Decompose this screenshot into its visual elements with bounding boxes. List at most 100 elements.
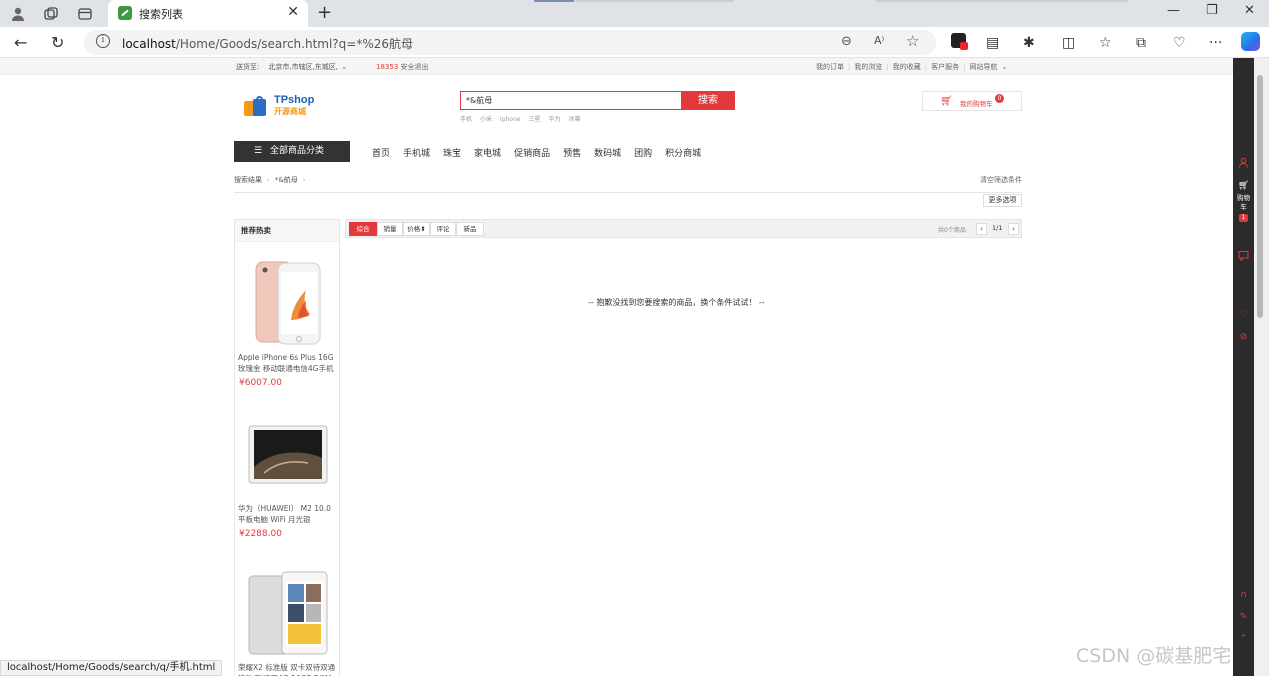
nav-item-promotions[interactable]: 促销商品 <box>514 149 550 159</box>
nav-item-presale[interactable]: 预售 <box>563 149 581 159</box>
favorites-heart-icon[interactable]: ♡ <box>1238 310 1249 321</box>
product-price: ¥2288.00 <box>239 529 282 539</box>
product-name[interactable]: Apple iPhone 6s Plus 16G 玫瑰金 移动联通电信4G手机 <box>238 352 338 374</box>
favorites-icon[interactable]: ☆ <box>1099 35 1112 51</box>
site-favicon-icon <box>118 6 132 20</box>
new-tab-icon[interactable]: + <box>317 2 332 23</box>
product-price: ¥6007.00 <box>239 378 282 388</box>
cart-label: 我的购物车 <box>960 100 993 108</box>
hot-word-link[interactable]: 三星 <box>528 116 540 123</box>
read-aloud-icon[interactable]: A⁾ <box>874 34 884 47</box>
top-link[interactable]: 我的浏览 <box>854 63 882 71</box>
split-screen-icon[interactable]: ◫ <box>1062 35 1075 51</box>
breadcrumb-root[interactable]: 搜索结果 <box>234 176 262 184</box>
delivery-location[interactable]: 送货至: 北京市,市辖区,东城区, ⌄ <box>236 62 347 72</box>
hot-word-link[interactable]: 冰箱 <box>569 116 581 123</box>
page-content: 送货至: 北京市,市辖区,东城区, ⌄ 18353 安全退出 我的订单 | 我的浏览 |… <box>0 58 1233 676</box>
nav-item-digital[interactable]: 数码城 <box>594 149 621 159</box>
workspaces-icon[interactable] <box>43 6 59 22</box>
minimize-icon[interactable]: — <box>1167 3 1180 18</box>
nav-item-jewelry[interactable]: 珠宝 <box>443 149 461 159</box>
logout-link[interactable]: 安全退出 <box>401 63 429 71</box>
sidebar-cart-count: 1 <box>1239 214 1248 222</box>
product-image[interactable] <box>248 415 328 495</box>
extensions-icon[interactable]: ✱ <box>1023 35 1035 51</box>
clear-filters-link[interactable]: 清空筛选条件 <box>980 175 1022 185</box>
browser-essentials-icon[interactable]: ♡ <box>1173 35 1186 51</box>
watermark: CSDN @碳基肥宅 <box>1076 645 1232 667</box>
hot-word-link[interactable]: 华为 <box>549 116 561 123</box>
extension-badge-icon[interactable] <box>951 33 968 50</box>
page-indicator: 1/1 <box>992 224 1003 232</box>
close-window-icon[interactable]: ✕ <box>1244 3 1255 18</box>
hot-search-words: 手机 小米 iphone 三星 华为 冰箱 <box>460 114 589 123</box>
back-icon[interactable]: ← <box>14 33 27 52</box>
top-link[interactable]: 我的收藏 <box>893 63 921 71</box>
tab-search-list[interactable]: 搜索列表 ✕ <box>108 0 308 27</box>
my-cart-button[interactable]: 🛒︎ 我的购物车 0 <box>922 91 1022 111</box>
top-link[interactable]: 客户服务 <box>931 63 959 71</box>
user-info: 18353 安全退出 <box>376 62 429 72</box>
profile-icon[interactable] <box>10 6 26 22</box>
status-bar-url: localhost/Home/Goods/search/q/手机.html <box>0 660 223 676</box>
restore-icon[interactable]: ❐ <box>1206 3 1218 18</box>
message-icon[interactable] <box>1238 250 1249 262</box>
product-image[interactable] <box>248 260 328 346</box>
feedback-icon[interactable]: ✎ <box>1238 612 1249 623</box>
hot-word-link[interactable]: 小米 <box>480 116 492 123</box>
favorite-star-icon[interactable]: ☆ <box>906 32 919 50</box>
product-image[interactable] <box>248 570 328 656</box>
top-link[interactable]: 我的订单 <box>816 63 844 71</box>
close-tab-icon[interactable]: ✕ <box>287 4 299 20</box>
sort-comprehensive-button[interactable]: 综合 <box>349 222 377 236</box>
more-options-button[interactable]: 更多选项 <box>983 194 1022 207</box>
collections-icon[interactable]: ⧉ <box>1136 35 1146 51</box>
prev-page-icon[interactable]: ‹ <box>976 223 987 235</box>
user-phone[interactable]: 18353 <box>376 63 398 71</box>
nav-item-points-mall[interactable]: 积分商城 <box>665 149 701 159</box>
search-input[interactable]: *&航母 <box>466 95 492 106</box>
hot-word-link[interactable]: iphone <box>500 116 520 123</box>
headset-icon[interactable]: ∩ <box>1238 590 1249 601</box>
site-info-icon[interactable]: i <box>96 34 110 48</box>
all-categories-button[interactable]: ☰ 全部商品分类 <box>234 141 350 162</box>
breadcrumb: 搜索结果 › *&航母 › <box>234 175 311 185</box>
tab-actions-icon[interactable] <box>77 6 93 22</box>
hot-word-link[interactable]: 手机 <box>460 116 472 123</box>
product-name[interactable]: 华为（HUAWEI） M2 10.0 平板电脑 WiFi 月光银 <box>238 503 338 525</box>
hot-recommend-title: 推荐热卖 <box>235 220 339 242</box>
address-bar[interactable]: i localhost/Home/Goods/search.html?q=*%2… <box>84 30 936 55</box>
scrollbar-thumb[interactable] <box>1257 75 1263 318</box>
more-menu-icon[interactable]: ··· <box>1209 35 1222 51</box>
zoom-icon[interactable]: ⊖ <box>841 34 852 49</box>
sidebar-cart-icon[interactable]: 🛒︎ <box>1238 181 1249 192</box>
refresh-icon[interactable]: ↻ <box>51 33 64 52</box>
site-logo[interactable]: TPshop 开源商城 <box>244 94 314 118</box>
user-icon[interactable] <box>1238 157 1249 168</box>
shopping-bag-logo-icon <box>244 96 266 116</box>
sidebar-cart[interactable]: 购物车 1 <box>1237 194 1250 222</box>
nav-item-group-buy[interactable]: 团购 <box>634 149 652 159</box>
search-button[interactable]: 搜索 <box>681 91 735 110</box>
logo-subtitle: 开源商城 <box>274 107 306 116</box>
next-page-icon[interactable]: › <box>1008 223 1019 235</box>
sort-sales-button[interactable]: 销量 <box>377 222 403 236</box>
nav-item-appliances[interactable]: 家电城 <box>474 149 501 159</box>
collections-panel-icon[interactable]: ▤ <box>986 35 999 51</box>
sort-reviews-button[interactable]: 评论 <box>430 222 456 236</box>
copilot-icon[interactable] <box>1241 32 1260 51</box>
nav-item-phones[interactable]: 手机城 <box>403 149 430 159</box>
top-link[interactable]: 网站导航 <box>969 63 997 71</box>
sort-new-button[interactable]: 新品 <box>456 222 484 236</box>
url-text[interactable]: localhost/Home/Goods/search.html?q=*%26航… <box>122 35 413 52</box>
url-host: localhost <box>122 37 176 51</box>
history-icon[interactable]: ⊘ <box>1238 332 1249 343</box>
chevron-right-icon: › <box>302 176 306 184</box>
product-name[interactable]: 荣耀X2 标准版 双卡双待双通 移动/联通双4G 16GB ROM <box>238 662 338 676</box>
back-to-top-icon[interactable]: ⌃ <box>1238 634 1249 645</box>
chevron-down-icon: ⌄ <box>341 63 348 71</box>
result-count: 共0个商品 <box>938 227 966 234</box>
sort-price-button[interactable]: 价格⬍ <box>403 222 430 236</box>
divider <box>234 192 1022 193</box>
nav-item-home[interactable]: 首页 <box>372 149 390 159</box>
